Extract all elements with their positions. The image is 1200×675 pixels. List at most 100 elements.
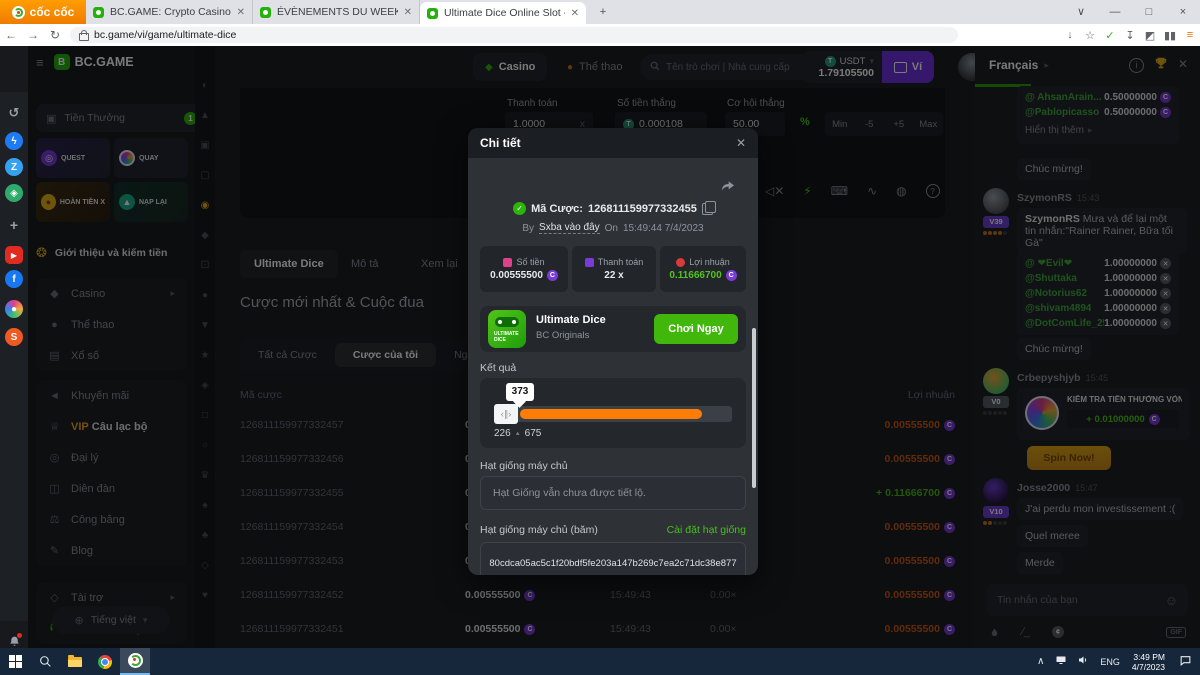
sports-ball-icon[interactable]: ● (5, 300, 23, 318)
shop-icon[interactable]: S (5, 328, 23, 346)
notification-dot (17, 633, 22, 638)
share-icon[interactable] (720, 178, 736, 199)
download-tray-icon[interactable]: ↧ (1120, 29, 1140, 42)
screen: cốc cốc BC.GAME: Crypto Casino Gam ✕ ÉVÈ… (0, 0, 1200, 675)
bet-id-row: ✓ Mã Cược: 126811159977332455 (468, 202, 758, 215)
bookmark-star-icon[interactable]: ☆ (1080, 29, 1100, 42)
browser-tab-2[interactable]: ÉVÈNEMENTS DU WEEK-END ✕ (253, 0, 420, 24)
action-center-icon[interactable] (1179, 654, 1192, 670)
taskbar-search-button[interactable] (30, 648, 60, 675)
browser-tab-1[interactable]: BC.GAME: Crypto Casino Gam ✕ (86, 0, 253, 24)
tray-time: 3:49 PM (1133, 652, 1165, 662)
modal-title: Chi tiết (480, 136, 521, 150)
zalo-icon[interactable]: Z (5, 158, 23, 176)
range-low: 226 (494, 428, 511, 439)
game-card: ULTIMATEDICE Ultimate Dice BC Originals … (480, 306, 746, 352)
language-indicator[interactable]: ENG (1100, 657, 1120, 667)
stat-amount: Số tiền 0.00555500C (480, 246, 568, 292)
coccoc-brand-button[interactable]: cốc cốc (0, 0, 86, 24)
coccoc-logo-icon (12, 6, 25, 19)
seed-hash-box: 80cdca05ac5c1f20bdf5fe203a147b269c7ea2c7… (480, 542, 746, 575)
bcgame-favicon (93, 7, 104, 18)
youtube-icon[interactable]: ▶ (5, 246, 23, 264)
coccoc-taskbar-button-active[interactable] (120, 648, 150, 675)
url-field[interactable]: bc.game/vi/game/ultimate-dice (70, 27, 958, 43)
close-tab-icon[interactable]: ✕ (571, 8, 579, 19)
games-icon[interactable]: ◈ (5, 184, 23, 202)
history-icon[interactable]: ↺ (5, 104, 23, 122)
bet-datetime: 15:49:44 7/4/2023 (623, 223, 704, 234)
server-seed-label: Hạt giống máy chủ (480, 460, 568, 472)
bettor-name[interactable]: Ѕxba vào đây (539, 222, 600, 234)
slider-handle[interactable]: ‹∥› (494, 404, 518, 424)
network-icon[interactable] (1055, 654, 1067, 669)
stat-payout: Thanh toán 22 x (572, 246, 656, 292)
seed-hash-label: Hạt giống máy chủ (băm) (480, 524, 598, 536)
maximize-button[interactable]: □ (1132, 0, 1166, 24)
chrome-button[interactable] (90, 648, 120, 675)
modal-header: Chi tiết ✕ (468, 128, 758, 158)
range-high: 675 (525, 428, 542, 439)
add-shortcut-icon[interactable]: + (5, 216, 23, 234)
coccoc-logo-icon (128, 653, 143, 668)
card-icon (585, 258, 594, 267)
bcgame-favicon (427, 8, 438, 19)
tray-expand-icon[interactable]: ∧ (1037, 656, 1044, 667)
verified-icon: ✓ (513, 202, 526, 215)
download-icon[interactable]: ↓ (1060, 29, 1080, 41)
game-provider[interactable]: BC Originals (536, 330, 589, 341)
coccoc-side-rail: ↺ ϟ Z ◈ + ▶ f ● S (0, 92, 28, 621)
result-value-badge: 373 (506, 383, 534, 401)
file-explorer-button[interactable] (60, 648, 90, 675)
bcgame-favicon (260, 7, 271, 18)
shield-icon[interactable]: ✓ (1100, 29, 1120, 42)
forward-icon[interactable]: → (22, 28, 44, 42)
browser-tabstrip: cốc cốc BC.GAME: Crypto Casino Gam ✕ ÉVÈ… (0, 0, 1200, 24)
extensions-icon[interactable]: ◩ (1140, 29, 1160, 42)
taskbar-clock[interactable]: 3:49 PM 4/7/2023 (1132, 652, 1165, 672)
back-icon[interactable]: ← (0, 28, 22, 42)
start-button[interactable] (0, 648, 30, 675)
close-tab-icon[interactable]: ✕ (404, 7, 412, 18)
range-tick: ▲ (515, 431, 521, 437)
result-box: 373 ‹∥› 226 ▲ 675 (480, 378, 746, 448)
browser-tab-3-active[interactable]: Ultimate Dice Online Slot - P ✕ (420, 2, 586, 24)
stats-icon[interactable]: ▮▮ (1160, 29, 1180, 42)
volume-icon[interactable] (1077, 654, 1089, 669)
on-label: On (605, 223, 618, 234)
by-label: By (522, 223, 534, 234)
close-tab-icon[interactable]: ✕ (237, 7, 245, 18)
browser-menu-icon[interactable]: ≡ (1180, 29, 1200, 41)
minimize-button[interactable]: — (1098, 0, 1132, 24)
ultimate-dice-thumbnail: ULTIMATEDICE (488, 310, 526, 348)
reload-icon[interactable]: ↻ (44, 28, 66, 42)
seed-settings-link[interactable]: Cài đặt hạt giống (667, 524, 746, 536)
bet-details-modal: Chi tiết ✕ ✓ Mã Cược: 126811159977332455… (468, 128, 758, 575)
windows-logo-icon (9, 655, 22, 668)
bet-meta-row: By Ѕxba vào đây On 15:49:44 7/4/2023 (468, 222, 758, 234)
page: ↺ ϟ Z ◈ + ▶ f ● S ≡ B BC.GAME (0, 46, 1200, 648)
range-values: 226 ▲ 675 (494, 428, 541, 439)
modal-scrollbar[interactable] (752, 328, 756, 488)
copy-icon[interactable] (702, 203, 713, 215)
new-tab-button[interactable]: + (586, 0, 620, 24)
game-name: Ultimate Dice (536, 314, 606, 326)
bet-id-label: Mã Cược: (531, 203, 583, 215)
messenger-icon[interactable]: ϟ (5, 132, 23, 150)
server-seed-box: Hạt Giống vẫn chưa được tiết lộ. (480, 476, 746, 510)
folder-icon (68, 657, 82, 667)
lock-icon (79, 33, 89, 41)
tray-date: 4/7/2023 (1132, 662, 1165, 672)
brand-label: cốc cốc (30, 5, 75, 19)
play-now-button[interactable]: Chơi Ngay (654, 314, 738, 344)
facebook-icon[interactable]: f (5, 270, 23, 288)
result-label: Kết quả (480, 362, 516, 374)
money-icon (503, 258, 512, 267)
close-window-button[interactable]: × (1166, 0, 1200, 24)
tab-search-icon[interactable]: ∨ (1064, 0, 1098, 24)
slider-range-fill (520, 409, 702, 419)
url-text: bc.game/vi/game/ultimate-dice (94, 29, 236, 41)
address-bar: ← → ↻ bc.game/vi/game/ultimate-dice ↓ ☆ … (0, 24, 1200, 47)
close-modal-icon[interactable]: ✕ (736, 136, 746, 150)
coin-icon: C (547, 270, 558, 281)
